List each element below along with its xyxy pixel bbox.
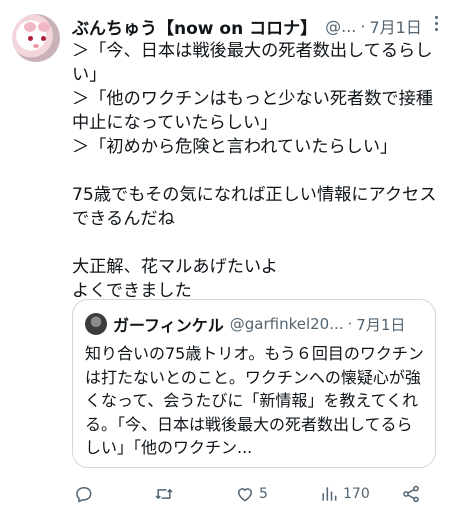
quoted-tweet-text: 知り合いの75歳トリオ。もう６回目のワクチンは打たないとのこと。ワクチンへの懐疑… (85, 344, 424, 457)
views-count: 170 (343, 486, 370, 502)
tweet-header: ぶんちゅう【now on コロナ】 @... · 7月1日 (72, 13, 442, 39)
quoted-tweet[interactable]: ガーフィンケル @garfinkel20... · 7月1日 知り合いの75歳ト… (72, 299, 436, 468)
reply-button[interactable] (74, 480, 98, 508)
views-button[interactable]: 170 (319, 480, 370, 508)
tweet-actions: 5 170 (72, 480, 432, 508)
like-count: 5 (259, 486, 268, 502)
quoted-tweet-timestamp: 7月1日 (356, 315, 406, 334)
reply-icon (76, 486, 92, 503)
author-name[interactable]: ぶんちゅう【now on コロナ】 (72, 14, 317, 39)
author-handle[interactable]: @... (325, 17, 356, 36)
separator-dot: · (360, 16, 366, 36)
tweet-timestamp[interactable]: 7月1日 (369, 14, 421, 38)
share-button[interactable] (401, 480, 421, 508)
quoted-tweet-header: ガーフィンケル @garfinkel20... · 7月1日 (85, 312, 405, 336)
views-icon (322, 487, 337, 501)
quoted-author-name: ガーフィンケル (113, 316, 224, 335)
retweet-icon (155, 488, 173, 500)
more-icon[interactable] (435, 13, 438, 34)
quoted-author-avatar (85, 313, 107, 335)
separator-dot: · (347, 315, 353, 333)
like-button[interactable]: 5 (235, 480, 268, 508)
share-icon (403, 485, 419, 503)
author-avatar[interactable] (12, 14, 60, 62)
like-icon (237, 488, 253, 502)
quoted-author-handle: @garfinkel20... (229, 315, 344, 333)
retweet-button[interactable] (154, 480, 178, 508)
tweet-text: ＞「今、日本は戦後最大の死者数出してるらしい」 ＞「他のワクチンはもっと少ない死… (72, 41, 437, 301)
